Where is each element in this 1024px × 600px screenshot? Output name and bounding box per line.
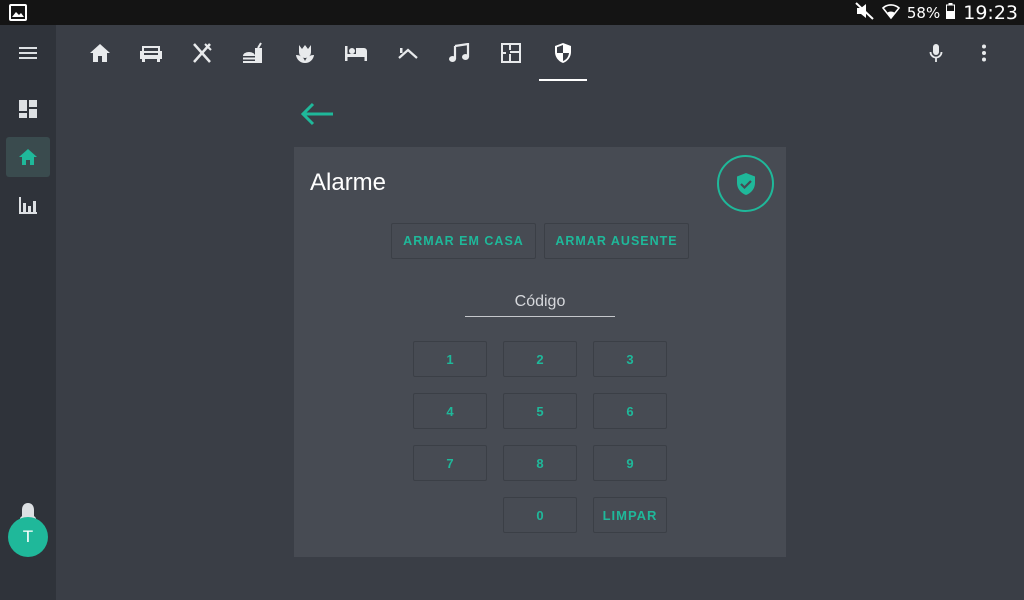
food-drink-icon xyxy=(243,42,262,63)
keypad-key-4[interactable]: 4 xyxy=(413,393,487,429)
battery-icon xyxy=(946,2,956,23)
tab-living-room[interactable] xyxy=(127,25,175,81)
clock: 19:23 xyxy=(963,1,1018,24)
tab-security[interactable] xyxy=(539,25,587,81)
avatar[interactable]: T xyxy=(8,517,48,557)
dashboard-icon xyxy=(19,100,37,118)
keypad-key-6[interactable]: 6 xyxy=(593,393,667,429)
music-note-icon xyxy=(449,43,470,62)
gallery-icon xyxy=(9,4,27,21)
keypad-key-3[interactable]: 3 xyxy=(593,341,667,377)
sidebar: T xyxy=(0,25,56,600)
home-icon xyxy=(19,149,37,165)
wifi-icon xyxy=(881,2,901,24)
tab-home[interactable] xyxy=(76,25,124,81)
tab-attic[interactable] xyxy=(384,25,432,81)
tab-floor-plan[interactable] xyxy=(487,25,535,81)
tab-music[interactable] xyxy=(435,25,483,81)
home-icon xyxy=(90,44,110,62)
keypad-key-5[interactable]: 5 xyxy=(503,393,577,429)
chart-bar-icon xyxy=(19,197,37,214)
silverware-icon xyxy=(193,43,212,63)
sidebar-item-home[interactable] xyxy=(6,137,50,177)
menu-button[interactable] xyxy=(6,33,50,73)
arm-home-button[interactable]: ARMAR EM CASA xyxy=(391,223,536,259)
keypad-key-8[interactable]: 8 xyxy=(503,445,577,481)
code-input[interactable]: Código xyxy=(465,290,615,317)
keypad-key-7[interactable]: 7 xyxy=(413,445,487,481)
sofa-icon xyxy=(140,46,162,62)
tab-bedroom[interactable] xyxy=(332,25,380,81)
bed-icon xyxy=(345,46,367,61)
floor-plan-icon xyxy=(501,43,521,63)
back-button[interactable] xyxy=(296,96,340,132)
tab-garden[interactable] xyxy=(281,25,329,81)
keypad-key-9[interactable]: 9 xyxy=(593,445,667,481)
tab-dining[interactable] xyxy=(229,25,277,81)
alarm-panel-card: Alarme ARMAR EM CASA ARMAR AUSENTE Códig… xyxy=(294,147,786,557)
arm-away-button[interactable]: ARMAR AUSENTE xyxy=(544,223,689,259)
more-vertical-icon xyxy=(982,44,986,62)
arrow-left-icon xyxy=(301,102,333,126)
battery-percent: 58% xyxy=(906,3,941,22)
flower-icon xyxy=(296,45,314,64)
mute-icon xyxy=(855,1,875,24)
security-shield-icon xyxy=(555,43,571,63)
top-tab-bar xyxy=(56,25,1024,81)
roof-icon xyxy=(398,48,418,59)
voice-button[interactable] xyxy=(914,25,958,81)
sidebar-item-overview[interactable] xyxy=(6,89,50,129)
keypad-key-0[interactable]: 0 xyxy=(503,497,577,533)
sidebar-item-history[interactable] xyxy=(6,185,50,225)
tab-kitchen[interactable] xyxy=(178,25,226,81)
status-bar: 58% 19:23 xyxy=(0,0,1024,25)
more-menu-button[interactable] xyxy=(962,25,1006,81)
card-title: Alarme xyxy=(310,169,387,196)
keypad-key-2[interactable]: 2 xyxy=(503,341,577,377)
microphone-icon xyxy=(929,44,943,62)
hamburger-icon xyxy=(19,47,37,59)
keypad-key-1[interactable]: 1 xyxy=(413,341,487,377)
shield-check-icon xyxy=(736,172,755,195)
alarm-state-badge xyxy=(717,155,774,212)
keypad-clear-button[interactable]: LIMPAR xyxy=(593,497,667,533)
